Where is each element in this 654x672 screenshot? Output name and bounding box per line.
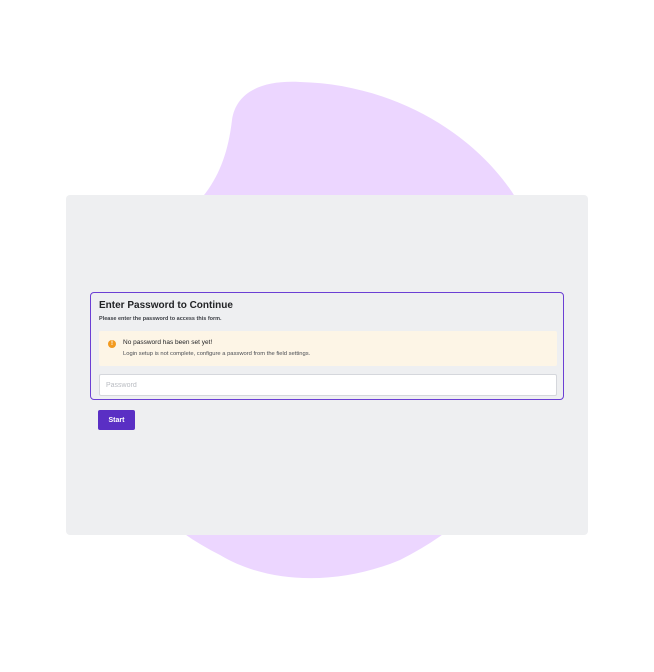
form-panel: Enter Password to Continue Please enter … bbox=[66, 195, 588, 535]
login-title: Enter Password to Continue bbox=[99, 300, 233, 311]
notice-title: No password has been set yet! bbox=[123, 339, 213, 346]
password-input[interactable] bbox=[99, 374, 557, 396]
password-login-card: Enter Password to Continue Please enter … bbox=[90, 292, 564, 400]
stage: Enter Password to Continue Please enter … bbox=[0, 0, 654, 672]
start-button[interactable]: Start bbox=[98, 410, 135, 430]
login-subtitle: Please enter the password to access this… bbox=[99, 316, 222, 322]
notice-text: Login setup is not complete, configure a… bbox=[123, 351, 311, 357]
alert-circle-icon: ! bbox=[108, 340, 116, 348]
warning-notice: ! No password has been set yet! Login se… bbox=[99, 331, 557, 366]
